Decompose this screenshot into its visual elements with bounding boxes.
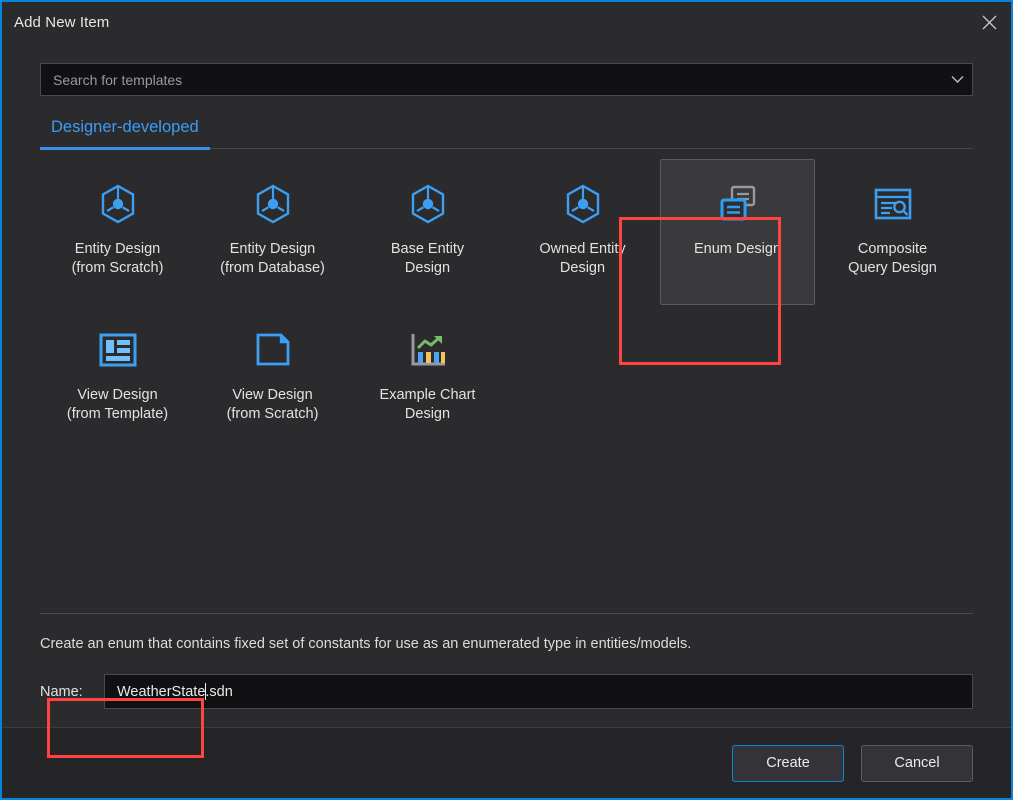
template-tile-enum-design[interactable]: Enum Design xyxy=(660,159,815,305)
template-tile-label: Owned Entity Design xyxy=(539,241,626,276)
entity-hexagon-icon xyxy=(559,180,607,228)
dialog-body: Designer-developed Entity Design (from S… xyxy=(2,42,1011,758)
dialog-title: Add New Item xyxy=(14,13,110,31)
template-tile-label: Entity Design (from Scratch) xyxy=(71,241,164,276)
add-new-item-dialog: Add New Item Designer-developed xyxy=(0,0,1013,800)
template-tile-base-entity-design[interactable]: Base Entity Design xyxy=(350,159,505,305)
name-value-after-caret: .sdn xyxy=(205,683,233,700)
template-tile-owned-entity-design[interactable]: Owned Entity Design xyxy=(505,159,660,305)
template-tile-label: Base Entity Design xyxy=(390,241,465,276)
entity-hexagon-icon xyxy=(94,180,142,228)
close-icon[interactable] xyxy=(967,3,1011,41)
chevron-down-icon[interactable] xyxy=(942,64,972,95)
dialog-bottom-section: Create an enum that contains fixed set o… xyxy=(40,613,973,727)
chart-growth-icon xyxy=(404,326,452,374)
dialog-footer: Create Cancel xyxy=(2,727,1011,798)
template-tile-label: Composite Query Design xyxy=(848,241,937,276)
search-row xyxy=(40,63,973,96)
template-tile-view-design-from-scratch[interactable]: View Design (from Scratch) xyxy=(195,305,350,451)
query-search-icon xyxy=(869,180,917,228)
template-grid: Entity Design (from Scratch) Entity Desi… xyxy=(40,159,973,451)
name-label: Name: xyxy=(40,683,83,700)
blank-page-icon xyxy=(249,326,297,374)
dialog-titlebar: Add New Item xyxy=(2,2,1011,42)
enum-windows-icon xyxy=(714,180,762,228)
entity-hexagon-icon xyxy=(249,180,297,228)
tab-designer-developed[interactable]: Designer-developed xyxy=(40,118,210,150)
name-value-before-caret: WeatherState xyxy=(117,683,206,700)
view-layout-icon xyxy=(94,326,142,374)
create-button[interactable]: Create xyxy=(732,744,844,782)
template-tile-label: Enum Design xyxy=(693,241,782,257)
template-tile-entity-design-from-scratch[interactable]: Entity Design (from Scratch) xyxy=(40,159,195,305)
template-tile-entity-design-from-database[interactable]: Entity Design (from Database) xyxy=(195,159,350,305)
search-box[interactable] xyxy=(40,63,973,96)
template-tile-label: Example Chart Design xyxy=(379,387,476,422)
template-tile-label: Entity Design (from Database) xyxy=(220,241,325,276)
template-tile-example-chart-design[interactable]: Example Chart Design xyxy=(350,305,505,451)
tab-label: Designer-developed xyxy=(51,118,199,136)
entity-hexagon-icon xyxy=(404,180,452,228)
template-tile-label: View Design (from Scratch) xyxy=(226,387,319,422)
name-row: Name: WeatherState .sdn xyxy=(40,674,973,709)
template-tile-view-design-from-template[interactable]: View Design (from Template) xyxy=(40,305,195,451)
template-tile-label: View Design (from Template) xyxy=(66,387,169,422)
template-tile-composite-query-design[interactable]: Composite Query Design xyxy=(815,159,970,305)
template-category-tabs: Designer-developed xyxy=(40,118,973,150)
cancel-button[interactable]: Cancel xyxy=(861,744,973,782)
section-divider xyxy=(40,613,973,614)
template-description: Create an enum that contains fixed set o… xyxy=(40,636,692,652)
name-input[interactable]: WeatherState .sdn xyxy=(104,674,973,709)
search-input[interactable] xyxy=(41,64,942,95)
